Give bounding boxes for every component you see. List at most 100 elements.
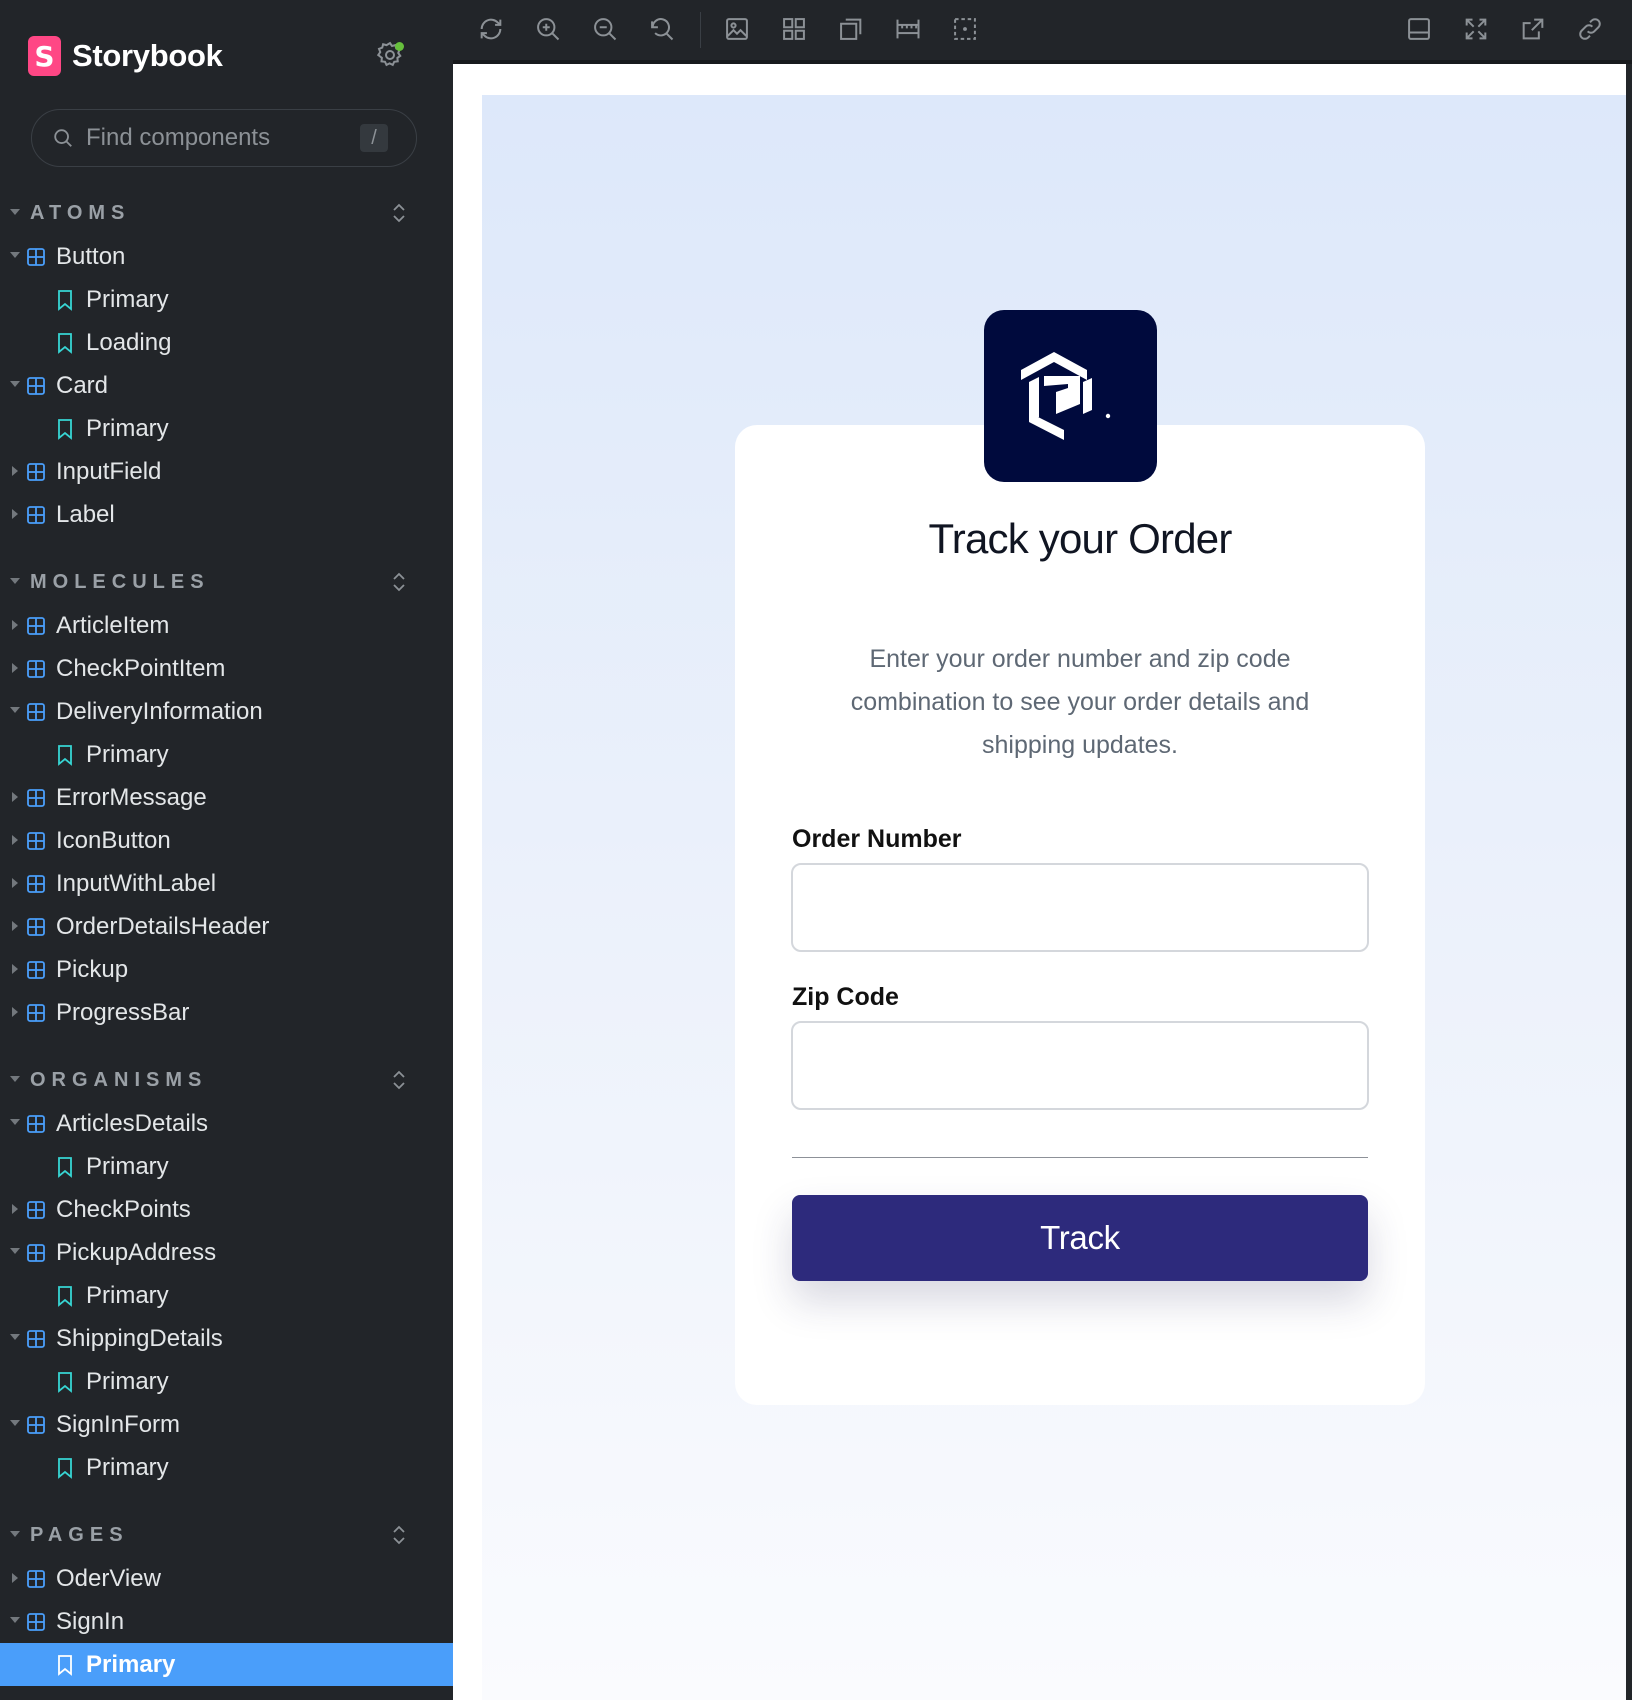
story-shippingdetails-primary[interactable]: Primary [0,1360,453,1403]
bookmark-icon [57,1371,73,1393]
story-pickupaddress-primary[interactable]: Primary [0,1274,453,1317]
story-label: Primary [86,1152,169,1180]
panel-icon[interactable] [1405,15,1433,43]
order-number-label: Order Number [792,825,962,853]
component-label: PickupAddress [56,1238,217,1266]
bookmark-icon [57,744,73,766]
component-icon [26,247,46,267]
link-icon[interactable] [1576,15,1604,43]
status-dot [395,42,404,51]
component-label: Card [56,371,109,399]
component-oderview[interactable]: OderView [0,1557,453,1600]
fullscreen-icon[interactable] [1462,15,1490,43]
story-articlesdetails-primary[interactable]: Primary [0,1145,453,1188]
zoom-out-icon[interactable] [591,15,619,43]
expand-collapse-icon[interactable] [390,201,408,225]
component-label: IconButton [56,826,171,854]
component-icon [26,1200,46,1220]
app-title: Storybook [72,38,223,73]
bookmark-icon [57,1285,73,1307]
component-errormessage[interactable]: ErrorMessage [0,776,453,819]
section-header-organisms[interactable]: ORGANISMS [0,1059,453,1102]
story-label: Primary [86,1367,169,1395]
story-signin-primary[interactable]: Primary [0,1643,453,1686]
component-pickup[interactable]: Pickup [0,948,453,991]
story-label: Primary [86,1453,169,1481]
component-pickupaddress[interactable]: PickupAddress [0,1231,453,1274]
caret-down-icon [10,1119,20,1125]
caret-right-icon [12,509,18,519]
component-signin[interactable]: SignIn [0,1600,453,1643]
search-input[interactable]: Find components / [31,109,417,167]
image-icon[interactable] [723,15,751,43]
caret-down-icon [10,578,20,584]
component-checkpointitem[interactable]: CheckPointItem [0,647,453,690]
zoom-in-icon[interactable] [534,15,562,43]
expand-collapse-icon[interactable] [390,570,408,594]
track-button[interactable]: Track [792,1195,1368,1281]
caret-right-icon [12,1007,18,1017]
grid-icon[interactable] [780,15,808,43]
component-deliveryinformation[interactable]: DeliveryInformation [0,690,453,733]
component-orderdetailsheader[interactable]: OrderDetailsHeader [0,905,453,948]
component-icon [26,616,46,636]
section-header-pages[interactable]: PAGES [0,1514,453,1557]
story-label: Primary [86,285,169,313]
component-icon [26,1003,46,1023]
component-iconbutton[interactable]: IconButton [0,819,453,862]
bookmark-icon [57,418,73,440]
component-icon [26,1415,46,1435]
settings-gear-icon[interactable] [375,40,405,70]
component-label: SignInForm [56,1410,181,1438]
caret-right-icon [12,620,18,630]
component-card[interactable]: Card [0,364,453,407]
component-inputfield[interactable]: InputField [0,450,453,493]
zip-code-label: Zip Code [792,983,899,1011]
zoom-reset-icon[interactable] [648,15,676,43]
section-header-molecules[interactable]: MOLECULES [0,561,453,604]
component-checkpoints[interactable]: CheckPoints [0,1188,453,1231]
component-inputwithlabel[interactable]: InputWithLabel [0,862,453,905]
component-articleitem[interactable]: ArticleItem [0,604,453,647]
component-progressbar[interactable]: ProgressBar [0,991,453,1034]
page-title: Track your Order [928,515,1232,562]
component-label: Label [56,500,115,528]
component-icon [26,505,46,525]
reload-icon[interactable] [477,15,505,43]
sidebar: S Storybook Find components / ATOMS Butto… [0,0,453,1700]
window-edge [1626,64,1632,1700]
sidebar-header: S Storybook [28,34,223,78]
caret-down-icon [10,1334,20,1340]
story-signinform-primary[interactable]: Primary [0,1446,453,1489]
component-shippingdetails[interactable]: ShippingDetails [0,1317,453,1360]
outline-icon[interactable] [837,15,865,43]
component-signinform[interactable]: SignInForm [0,1403,453,1446]
expand-collapse-icon[interactable] [390,1068,408,1092]
open-new-tab-icon[interactable] [1519,15,1547,43]
zip-code-input[interactable] [791,1021,1369,1110]
component-articlesdetails[interactable]: ArticlesDetails [0,1102,453,1145]
component-label: ProgressBar [56,998,190,1026]
component-icon [26,702,46,722]
bookmark-icon [57,332,73,354]
story-button-loading[interactable]: Loading [0,321,453,364]
measure-icon[interactable] [951,15,979,43]
component-button[interactable]: Button [0,235,453,278]
toolbar-divider [700,12,701,48]
order-number-input[interactable] [791,863,1369,952]
ruler-icon[interactable] [894,15,922,43]
component-label[interactable]: Label [0,493,453,536]
expand-collapse-icon[interactable] [390,1523,408,1547]
caret-right-icon [12,835,18,845]
search-placeholder: Find components [86,124,271,151]
story-label: Primary [86,1281,169,1309]
caret-down-icon [10,381,20,387]
section-header-atoms[interactable]: ATOMS [0,192,453,235]
story-label: Loading [86,328,172,356]
story-button-primary[interactable]: Primary [0,278,453,321]
caret-right-icon [12,921,18,931]
story-card-primary[interactable]: Primary [0,407,453,450]
track-order-card: Track your Order Enter your order number… [735,425,1425,1405]
toolbar [453,0,1632,64]
story-deliveryinformation-primary[interactable]: Primary [0,733,453,776]
